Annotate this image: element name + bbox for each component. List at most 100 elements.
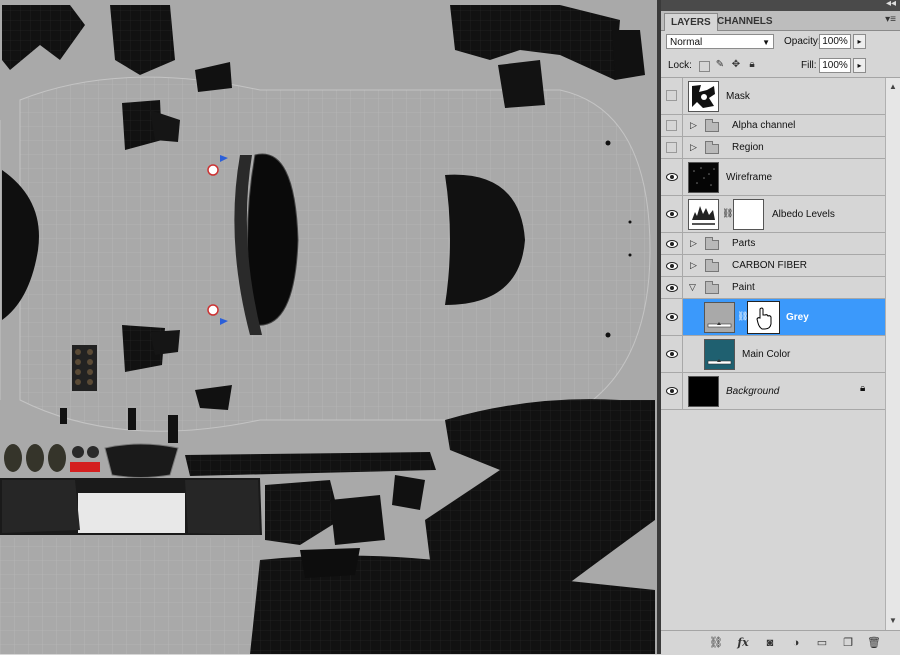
layer-row-alpha-channel[interactable]: ▷ Alpha channel	[661, 115, 885, 137]
eye-icon	[666, 284, 678, 292]
visibility-toggle[interactable]	[661, 115, 683, 136]
visibility-toggle[interactable]	[661, 373, 683, 409]
new-layer-icon[interactable]: ❐	[841, 636, 855, 650]
mask-thumbnail	[688, 81, 719, 112]
layer-row-parts[interactable]: ▷ Parts	[661, 233, 885, 255]
panel-tabs: LAYERS CHANNELS ▾≡	[661, 11, 900, 31]
folder-icon	[705, 281, 719, 294]
lock-pixels-icon[interactable]: ✎	[714, 59, 726, 71]
visibility-toggle[interactable]	[661, 277, 683, 298]
eye-icon	[666, 313, 678, 321]
layer-name: CARBON FIBER	[732, 260, 808, 271]
layers-scrollbar[interactable]: ▲ ▼	[885, 78, 900, 630]
visibility-toggle[interactable]	[661, 336, 683, 372]
fill-slider-button[interactable]: ▸	[853, 58, 866, 73]
layer-name: Albedo Levels	[772, 209, 835, 220]
delete-layer-icon[interactable]: 🗑︎	[867, 636, 881, 650]
layer-name: Alpha channel	[732, 120, 796, 131]
blend-mode-value: Normal	[670, 37, 703, 48]
link-layers-icon[interactable]: ⛓︎	[709, 636, 723, 650]
document-canvas[interactable]	[0, 0, 657, 654]
blend-mode-select[interactable]: Normal ▼	[666, 34, 774, 49]
eye-icon	[666, 173, 678, 181]
scroll-down-icon[interactable]: ▼	[889, 616, 897, 625]
folder-icon	[705, 237, 719, 250]
layers-bottom-toolbar: ⛓︎ fx ◙ ◑ ▭ ❐ 🗑︎	[661, 630, 900, 655]
opacity-slider-button[interactable]: ▸	[853, 34, 866, 49]
layer-thumbnail	[688, 162, 719, 193]
panel-title-bar: ◂◂	[661, 0, 900, 11]
scroll-up-icon[interactable]: ▲	[889, 82, 897, 91]
hidden-box-icon	[666, 90, 677, 101]
layer-row-albedo-levels[interactable]: ⛓︎ Albedo Levels	[661, 196, 885, 233]
layer-name: Background	[726, 386, 780, 397]
layer-row-main-color[interactable]: Main Color	[661, 336, 885, 373]
opacity-label: Opacity:	[784, 36, 821, 47]
fill-label: Fill:	[801, 60, 817, 71]
fill-layer-thumbnail	[704, 302, 735, 333]
panel-menu-icon[interactable]: ▾≡	[885, 14, 896, 25]
layer-name: Region	[732, 142, 764, 153]
layer-row-region[interactable]: ▷ Region	[661, 137, 885, 159]
layer-thumbnail	[688, 376, 719, 407]
layer-row-carbon-fiber[interactable]: ▷ CARBON FIBER	[661, 255, 885, 277]
layer-name: Mask	[726, 91, 750, 102]
color-fill-thumbnail	[704, 339, 735, 370]
link-chain-icon[interactable]: ⛓︎	[722, 208, 733, 219]
eye-icon	[666, 262, 678, 270]
layer-name: Main Color	[742, 349, 791, 360]
lock-position-icon[interactable]: ✥	[730, 59, 742, 71]
tab-channels[interactable]: CHANNELS	[711, 13, 779, 30]
layer-row-wireframe[interactable]: Wireframe	[661, 159, 885, 196]
eye-icon	[666, 350, 678, 358]
layer-row-mask[interactable]: Mask	[661, 78, 885, 115]
visibility-toggle[interactable]	[661, 159, 683, 195]
visibility-toggle[interactable]	[661, 196, 683, 232]
expand-triangle-icon[interactable]: ▷	[690, 142, 697, 153]
collapse-triangle-icon[interactable]: ▽	[689, 282, 696, 293]
layer-name: Wireframe	[726, 172, 773, 183]
layer-row-background[interactable]: Background 🔒︎	[661, 373, 885, 410]
expand-triangle-icon[interactable]: ▷	[690, 120, 697, 131]
dropdown-arrow-icon: ▼	[762, 38, 770, 47]
visibility-toggle[interactable]	[661, 255, 683, 276]
eye-icon	[666, 240, 678, 248]
folder-icon	[705, 119, 719, 132]
visibility-toggle[interactable]	[661, 299, 683, 335]
levels-adjustment-icon	[688, 199, 719, 230]
new-group-icon[interactable]: ▭	[815, 636, 829, 650]
tab-layers[interactable]: LAYERS	[664, 13, 718, 31]
collapse-panel-icon[interactable]: ◂◂	[886, 0, 896, 9]
layer-mask-thumbnail[interactable]	[747, 301, 780, 334]
hidden-box-icon	[666, 142, 677, 153]
hand-cursor-icon	[756, 307, 772, 330]
fill-field[interactable]: 100%	[819, 58, 851, 73]
expand-triangle-icon[interactable]: ▷	[690, 238, 697, 249]
expand-triangle-icon[interactable]: ▷	[690, 260, 697, 271]
layer-row-paint[interactable]: ▽ Paint	[661, 277, 885, 299]
visibility-toggle[interactable]	[661, 137, 683, 158]
lock-transparency-icon[interactable]	[699, 61, 710, 72]
layer-mask-thumbnail[interactable]	[733, 199, 764, 230]
visibility-toggle[interactable]	[661, 78, 683, 114]
lock-icon: 🔒︎	[860, 383, 866, 394]
layers-panel: ◂◂ LAYERS CHANNELS ▾≡ Normal ▼ Opacity: …	[661, 0, 900, 655]
layer-name: Grey	[786, 312, 809, 323]
lock-all-icon[interactable]: 🔒︎	[746, 59, 758, 71]
lock-label: Lock:	[668, 60, 692, 71]
layer-name: Parts	[732, 238, 756, 249]
uv-texture-map	[0, 0, 657, 654]
visibility-toggle[interactable]	[661, 233, 683, 254]
eye-icon	[666, 387, 678, 395]
link-chain-icon[interactable]: ⛓︎	[737, 311, 748, 322]
folder-icon	[705, 259, 719, 272]
fx-icon[interactable]: fx	[736, 636, 750, 650]
add-mask-icon[interactable]: ◙	[763, 636, 777, 650]
eye-icon	[666, 210, 678, 218]
hidden-box-icon	[666, 120, 677, 131]
adjustment-layer-icon[interactable]: ◑	[789, 636, 803, 650]
layers-list: Mask ▷ Alpha channel ▷ Region Wireframe	[661, 78, 885, 630]
layer-name: Paint	[732, 282, 755, 293]
opacity-field[interactable]: 100%	[819, 34, 851, 49]
layer-row-grey[interactable]: ⛓︎ Grey	[661, 299, 885, 336]
